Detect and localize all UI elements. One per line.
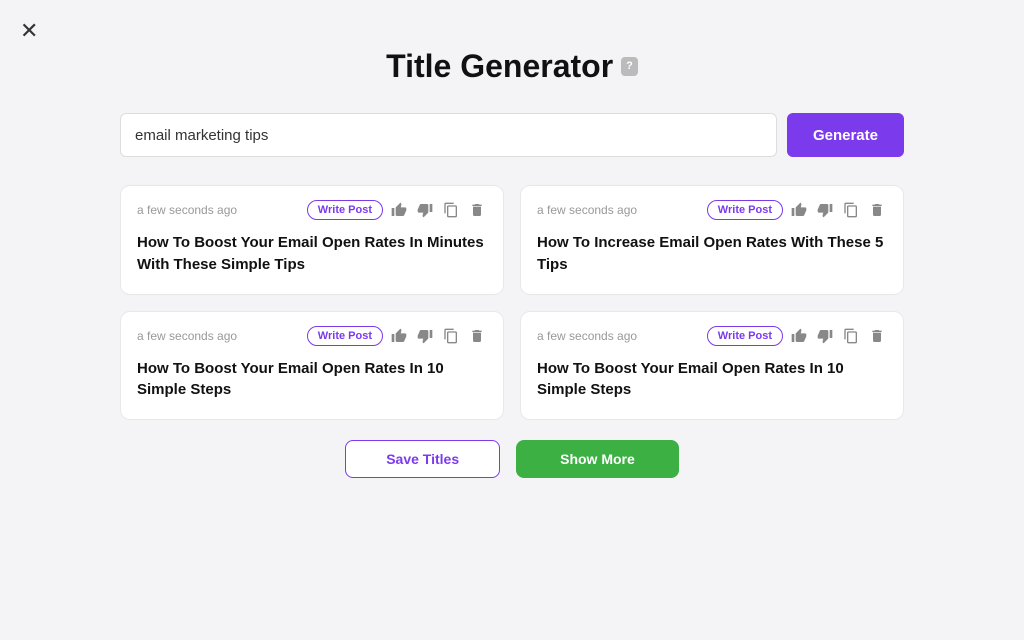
delete-button[interactable] xyxy=(467,326,487,346)
search-input[interactable] xyxy=(120,113,777,157)
card-item: a few seconds ago Write Post xyxy=(120,311,504,421)
cards-grid: a few seconds ago Write Post xyxy=(0,185,1024,420)
copy-button[interactable] xyxy=(841,326,861,346)
card-title: How To Increase Email Open Rates With Th… xyxy=(537,232,887,276)
thumbs-up-button[interactable] xyxy=(389,326,409,346)
thumbs-up-button[interactable] xyxy=(389,200,409,220)
card-actions: Write Post xyxy=(307,326,487,346)
delete-button[interactable] xyxy=(467,200,487,220)
thumbs-down-button[interactable] xyxy=(815,326,835,346)
copy-button[interactable] xyxy=(441,200,461,220)
show-more-button[interactable]: Show More xyxy=(516,440,679,478)
thumbs-up-button[interactable] xyxy=(789,200,809,220)
page-title: Title Generator xyxy=(386,48,613,85)
write-post-button[interactable]: Write Post xyxy=(307,200,383,220)
close-button[interactable]: ✕ xyxy=(20,20,38,42)
card-timestamp: a few seconds ago xyxy=(137,203,237,217)
card-timestamp: a few seconds ago xyxy=(537,203,637,217)
card-item: a few seconds ago Write Post xyxy=(520,185,904,295)
card-item: a few seconds ago Write Post xyxy=(520,311,904,421)
card-timestamp: a few seconds ago xyxy=(537,329,637,343)
thumbs-up-button[interactable] xyxy=(789,326,809,346)
delete-button[interactable] xyxy=(867,326,887,346)
help-badge: ? xyxy=(621,57,638,76)
write-post-button[interactable]: Write Post xyxy=(707,200,783,220)
card-actions: Write Post xyxy=(307,200,487,220)
bottom-actions: Save Titles Show More xyxy=(0,440,1024,478)
card-title: How To Boost Your Email Open Rates In 10… xyxy=(537,358,887,402)
write-post-button[interactable]: Write Post xyxy=(707,326,783,346)
write-post-button[interactable]: Write Post xyxy=(307,326,383,346)
card-timestamp: a few seconds ago xyxy=(137,329,237,343)
delete-button[interactable] xyxy=(867,200,887,220)
copy-button[interactable] xyxy=(841,200,861,220)
save-titles-button[interactable]: Save Titles xyxy=(345,440,500,478)
thumbs-down-button[interactable] xyxy=(815,200,835,220)
generate-button[interactable]: Generate xyxy=(787,113,904,157)
card-item: a few seconds ago Write Post xyxy=(120,185,504,295)
card-actions: Write Post xyxy=(707,326,887,346)
thumbs-down-button[interactable] xyxy=(415,200,435,220)
copy-button[interactable] xyxy=(441,326,461,346)
thumbs-down-button[interactable] xyxy=(415,326,435,346)
card-title: How To Boost Your Email Open Rates In 10… xyxy=(137,358,487,402)
card-title: How To Boost Your Email Open Rates In Mi… xyxy=(137,232,487,276)
card-actions: Write Post xyxy=(707,200,887,220)
search-row: Generate xyxy=(0,113,1024,157)
